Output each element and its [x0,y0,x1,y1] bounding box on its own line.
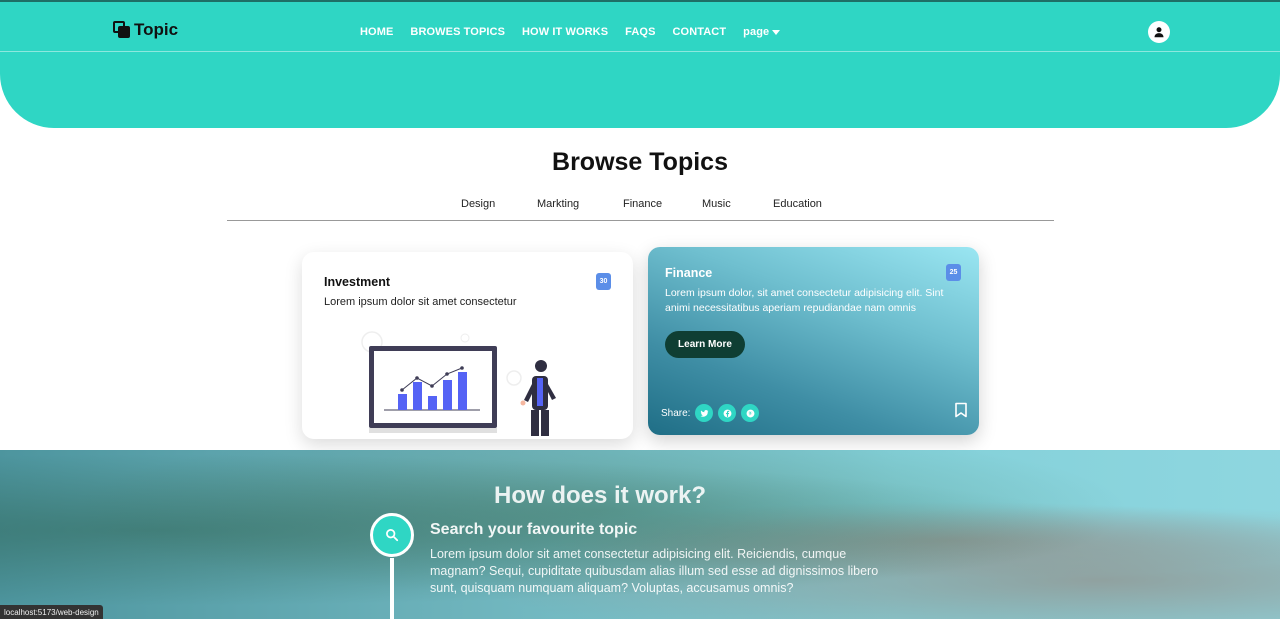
nav-contact[interactable]: CONTACT [673,26,727,38]
share-label: Share: [661,407,691,419]
user-icon [1154,27,1164,38]
pinterest-icon[interactable] [741,404,760,422]
card-description: Lorem ipsum dolor, sit amet consectetur … [665,287,944,314]
facebook-icon[interactable] [718,404,737,422]
timeline-line [390,558,394,619]
tab-marketing[interactable]: Markting [537,198,579,210]
step-title: Search your favourite topic [430,521,638,538]
hero-banner [0,0,1280,128]
nav-divider [0,51,1280,52]
user-account-button[interactable] [1148,21,1170,43]
nav-faqs[interactable]: FAQS [625,26,655,38]
tab-education[interactable]: Education [773,198,822,210]
nav-how-it-works[interactable]: HOW IT WORKS [522,26,608,38]
learn-more-button[interactable]: Learn More [665,331,745,358]
card-description: Lorem ipsum dolor sit amet consectetur [324,296,517,308]
tab-finance[interactable]: Finance [623,198,662,210]
bookmark-icon[interactable] [954,402,968,418]
step-description: Lorem ipsum dolor sit amet consectetur a… [430,547,879,595]
nav-page-dropdown[interactable]: page [743,26,781,38]
investment-card[interactable]: Investment Lorem ipsum dolor sit amet co… [302,252,633,439]
topic-tabs: Design Markting Finance Music Education [227,196,1054,221]
browse-title: Browse Topics [552,148,728,176]
page: Topic HOME BROWES TOPICS HOW IT WORKS FA… [0,0,1280,619]
finance-card[interactable]: Finance Lorem ipsum dolor, sit amet cons… [648,247,979,435]
tab-design[interactable]: Design [461,198,495,210]
share-row: Share: [661,404,760,422]
tab-music[interactable]: Music [702,198,731,210]
nav-home[interactable]: HOME [360,26,393,38]
main-nav: HOME BROWES TOPICS HOW IT WORKS FAQS CON… [360,26,781,38]
nav-browse-topics[interactable]: BROWES TOPICS [410,26,505,38]
card-title: Investment [324,275,390,289]
how-title: How does it work? [493,482,706,509]
logo-icon [112,20,132,40]
brand-name: Topic [134,20,179,39]
count-badge: 30 [596,273,611,290]
twitter-icon[interactable] [695,404,714,422]
step-search-circle [370,513,414,557]
brand-logo[interactable]: Topic [112,20,178,40]
caret-down-icon [772,29,781,35]
card-title: Finance [665,266,713,280]
search-icon [386,529,399,542]
count-badge: 25 [946,264,961,281]
nav-page-label: page [743,26,770,38]
browser-status-url: localhost:5173/web-design [0,605,103,619]
investment-illustration [361,331,556,436]
